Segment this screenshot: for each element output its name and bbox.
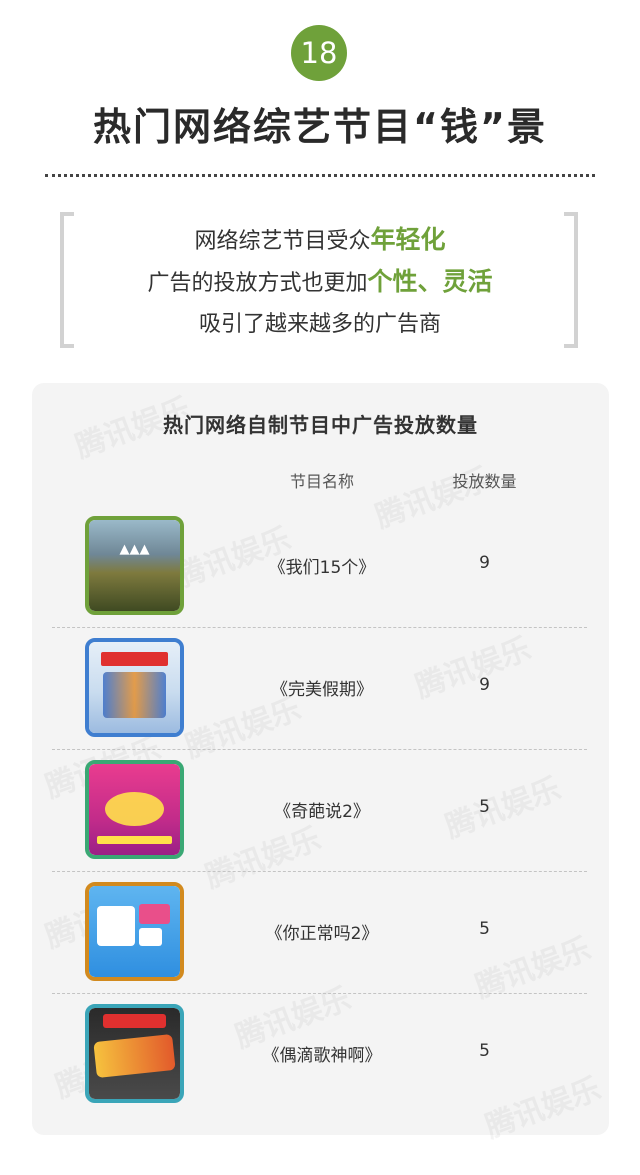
ad-count: 9	[479, 675, 490, 695]
ad-count: 5	[479, 1041, 490, 1061]
intro-line-1: 网络综艺节目受众年轻化	[80, 220, 560, 256]
ad-count: 5	[479, 797, 490, 817]
intro-line-2-text: 广告的投放方式也更加	[147, 271, 368, 296]
ad-count-card: 腾讯娱乐 腾讯娱乐 腾讯娱乐 腾讯娱乐 腾讯娱乐 腾讯娱乐 腾讯娱乐 腾讯娱乐 …	[32, 383, 609, 1145]
table-row: 《完美假期》 9	[52, 627, 587, 750]
show-name: 《偶滴歌神啊》	[262, 1046, 382, 1066]
ad-count: 5	[479, 919, 490, 939]
intro-highlight-flexible: 个性、灵活	[367, 267, 493, 296]
show-thumbnail-qipashuo	[85, 760, 184, 859]
intro-line-1-text: 网络综艺节目受众	[194, 229, 371, 254]
section-number-badge: 18	[291, 25, 347, 81]
column-header-count: 投放数量	[452, 472, 517, 491]
page-title: 热门网络综艺节目“钱”景	[93, 105, 547, 149]
show-thumbnail-are-you-normal	[85, 882, 184, 981]
table-row: 《你正常吗2》 5	[52, 871, 587, 994]
intro-line-2: 广告的投放方式也更加个性、灵活	[80, 262, 560, 298]
intro-highlight-young: 年轻化	[370, 225, 446, 254]
table-title: 热门网络自制节目中广告投放数量	[163, 413, 478, 437]
left-bracket	[60, 212, 74, 348]
right-bracket	[564, 212, 578, 348]
table-row: ▲▲▲ 《我们15个》 9	[52, 505, 587, 628]
show-thumbnail-women15: ▲▲▲	[85, 516, 184, 615]
show-name: 《完美假期》	[271, 680, 373, 700]
show-name: 《我们15个》	[268, 558, 376, 578]
table-row: 《偶滴歌神啊》 5	[52, 993, 587, 1115]
intro-line-3: 吸引了越来越多的广告商	[198, 312, 441, 337]
show-thumbnail-oudi-geshen	[85, 1004, 184, 1103]
show-name: 《奇葩说2》	[274, 802, 370, 822]
show-thumbnail-perfect-holiday	[85, 638, 184, 737]
table-row: 《奇葩说2》 5	[52, 749, 587, 872]
column-header-name: 节目名称	[289, 472, 354, 491]
ad-count: 9	[479, 553, 490, 573]
dotted-divider	[45, 174, 595, 177]
show-name: 《你正常吗2》	[265, 924, 379, 944]
